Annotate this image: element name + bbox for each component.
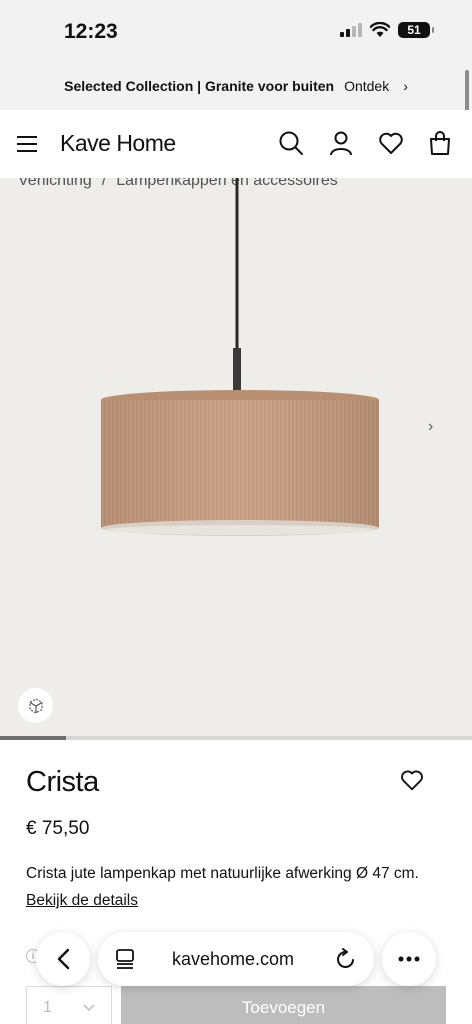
product-price: € 75,50 <box>26 818 90 839</box>
quantity-value: 1 <box>43 999 52 1016</box>
site-header: Kave Home <box>0 110 472 178</box>
promo-link[interactable]: Ontdek <box>344 78 389 94</box>
wifi-icon <box>370 22 390 37</box>
battery-icon: 51 <box>398 22 434 38</box>
product-description: Crista jute lampenkap met natuurlijke af… <box>26 860 436 914</box>
address-bar[interactable]: kavehome.com <box>98 932 374 986</box>
view-360-button[interactable] <box>18 688 53 723</box>
product-photo <box>101 178 379 536</box>
quantity-select[interactable]: 1 <box>26 986 112 1024</box>
tabs-icon[interactable] <box>116 949 134 969</box>
status-icons: 51 <box>340 22 434 38</box>
promo-title: Selected Collection | Granite voor buite… <box>64 78 335 94</box>
wishlist-heart-icon[interactable] <box>400 768 424 792</box>
chevron-right-icon[interactable]: › <box>403 78 408 94</box>
chevron-down-icon <box>83 1004 95 1012</box>
more-options-button[interactable] <box>382 932 436 986</box>
reload-icon[interactable] <box>336 948 356 970</box>
product-gallery[interactable]: Verlichting / Lampenkappen en accessoires … <box>0 178 472 736</box>
status-bar: 12:23 51 <box>0 0 472 62</box>
next-image-arrow[interactable]: › <box>428 418 433 436</box>
promo-bar[interactable]: Selected Collection | Granite voor buite… <box>0 62 472 110</box>
back-button[interactable] <box>36 932 90 986</box>
search-icon[interactable] <box>278 130 304 156</box>
chevron-left-icon <box>57 948 70 970</box>
details-link[interactable]: Bekijk de details <box>26 892 138 909</box>
header-actions <box>278 130 452 156</box>
browser-toolbar: kavehome.com <box>0 932 472 990</box>
product-name: Crista <box>26 766 99 798</box>
logo[interactable]: Kave Home <box>60 130 176 157</box>
status-time: 12:23 <box>64 20 118 43</box>
cellular-signal-icon <box>340 23 362 37</box>
heart-icon[interactable] <box>378 130 404 156</box>
shopping-bag-icon[interactable] <box>428 130 452 156</box>
description-text: Crista jute lampenkap met natuurlijke af… <box>26 865 419 882</box>
cube-360-icon <box>28 697 43 714</box>
more-dots-icon <box>398 956 420 962</box>
account-icon[interactable] <box>328 130 354 156</box>
menu-icon[interactable] <box>17 136 37 152</box>
url-text: kavehome.com <box>172 949 295 969</box>
add-to-cart-button[interactable]: Toevoegen <box>121 986 446 1024</box>
